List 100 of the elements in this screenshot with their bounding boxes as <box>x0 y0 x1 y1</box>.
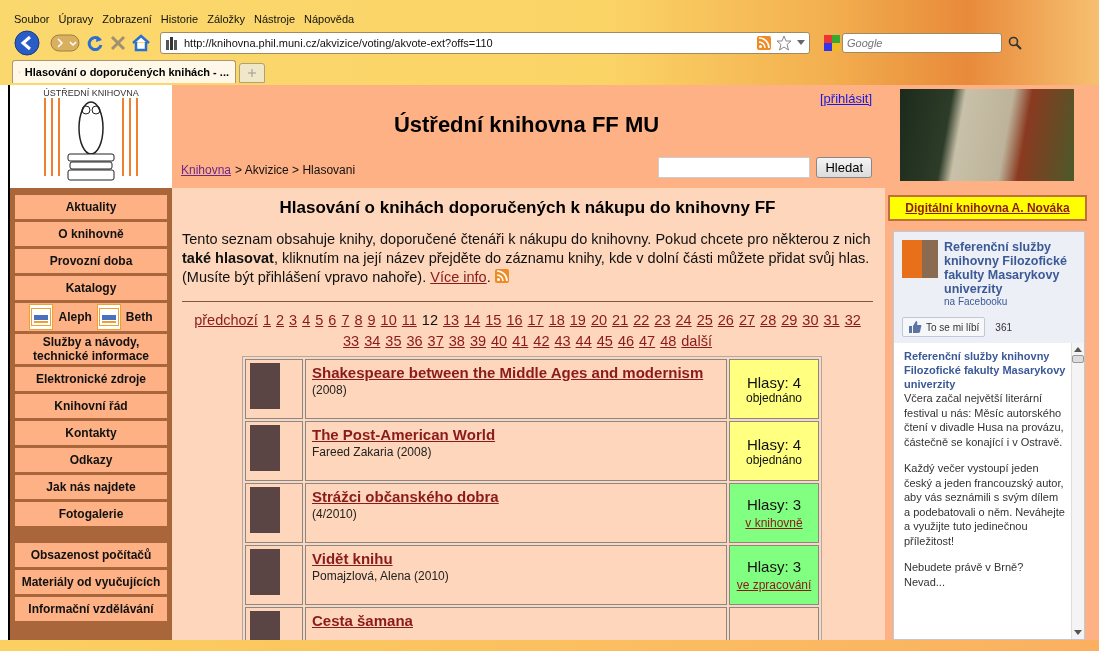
breadcrumb-link[interactable]: Knihovna <box>181 163 232 177</box>
sidebar-item[interactable]: Katalogy <box>15 276 167 300</box>
book-title-link[interactable]: Strážci občanského dobra <box>312 488 720 505</box>
sidebar-item[interactable]: Služby a návody, technické informace <box>15 334 167 364</box>
sidebar-item[interactable]: Aktuality <box>15 195 167 219</box>
page-link[interactable]: 41 <box>512 331 529 352</box>
browser-tab[interactable]: Hlasování o doporučených knihách - ... <box>12 60 236 83</box>
page-link[interactable]: 47 <box>639 331 656 352</box>
web-search-field[interactable]: Google <box>842 33 1002 53</box>
page-link[interactable]: 18 <box>548 310 565 331</box>
sidebar-item[interactable]: Materiály od vyučujících <box>15 570 167 594</box>
page-link[interactable]: 4 <box>302 310 311 331</box>
sidebar-item[interactable]: Fotogalerie <box>15 502 167 526</box>
forward-icon[interactable] <box>50 33 80 53</box>
facebook-page-link[interactable]: Referenční služby knihovny Filozofické fakulty Masarykovy univerzity <box>944 240 1078 296</box>
star-icon[interactable] <box>776 35 792 51</box>
page-link[interactable]: 19 <box>569 310 586 331</box>
book-title-link[interactable]: Shakespeare between the Middle Ages and modernism <box>312 364 720 381</box>
page-link[interactable]: 6 <box>328 310 337 331</box>
page-link[interactable]: 21 <box>612 310 629 331</box>
page-link[interactable]: 28 <box>760 310 777 331</box>
page-link[interactable]: 22 <box>633 310 650 331</box>
page-link[interactable]: 34 <box>364 331 381 352</box>
menu-item[interactable]: Soubor <box>14 13 50 25</box>
home-icon[interactable] <box>132 34 150 52</box>
login-link[interactable]: [přihlásit] <box>819 91 872 106</box>
menu-item[interactable]: Nápověda <box>304 13 355 25</box>
search-icon[interactable] <box>1008 36 1022 50</box>
page-link[interactable]: 15 <box>485 310 502 331</box>
page-link[interactable]: 23 <box>654 310 671 331</box>
like-button[interactable]: To se mi líbí <box>902 317 986 337</box>
menu-item[interactable]: Úpravy <box>58 13 94 25</box>
status-link[interactable]: ve zpracování <box>736 577 812 592</box>
search-engine-icon[interactable] <box>824 35 840 51</box>
digital-library-link[interactable]: Digitální knihovna A. Nováka <box>888 195 1087 221</box>
page-link[interactable]: 9 <box>367 310 376 331</box>
page-link[interactable]: 2 <box>276 310 285 331</box>
stop-icon[interactable] <box>110 35 126 51</box>
menu-item[interactable]: Zobrazení <box>102 13 152 25</box>
page-link[interactable]: 13 <box>442 310 460 331</box>
rss-icon[interactable] <box>494 269 509 283</box>
page-link[interactable]: 7 <box>341 310 350 331</box>
more-info-link[interactable]: Více info <box>430 269 487 285</box>
page-link[interactable]: 45 <box>596 331 613 352</box>
new-tab-button[interactable] <box>239 63 265 83</box>
sidebar-item[interactable]: Informační vzdělávání <box>15 597 167 621</box>
page-link[interactable]: 5 <box>315 310 324 331</box>
sidebar-item[interactable]: Elektronické zdroje <box>15 367 167 391</box>
page-link[interactable]: 31 <box>823 310 840 331</box>
page-link[interactable]: 8 <box>354 310 363 331</box>
page-link[interactable]: 37 <box>427 331 444 352</box>
page-link[interactable]: 29 <box>781 310 798 331</box>
catalog-link[interactable]: Beth <box>125 310 153 324</box>
dropdown-arrow-icon[interactable] <box>797 40 805 46</box>
page-link[interactable]: 26 <box>717 310 734 331</box>
page-link[interactable]: 1 <box>262 310 271 331</box>
page-link[interactable]: 33 <box>343 331 360 352</box>
page-link[interactable]: 42 <box>533 331 550 352</box>
page-link[interactable]: 10 <box>380 310 397 331</box>
page-link[interactable]: 20 <box>590 310 608 331</box>
page-link[interactable]: 43 <box>554 331 571 352</box>
sidebar-item[interactable]: O knihovně <box>15 222 167 246</box>
page-link[interactable]: 39 <box>469 331 487 352</box>
rss-icon[interactable] <box>757 36 771 50</box>
address-bar[interactable]: http://knihovna.phil.muni.cz/akvizice/voting/akvote-ext?offs=110 <box>160 32 810 54</box>
page-link[interactable]: 30 <box>802 310 819 331</box>
menu-item[interactable]: Záložky <box>207 13 246 25</box>
search-field[interactable] <box>658 157 811 178</box>
book-title-link[interactable]: Vidět knihu <box>312 550 720 567</box>
sidebar-item[interactable]: Jak nás najdete <box>15 475 167 499</box>
page-link[interactable]: 32 <box>844 310 861 331</box>
page-link[interactable]: 17 <box>527 310 544 331</box>
sidebar-item[interactable]: Aleph Beth <box>15 303 167 331</box>
page-link[interactable]: 38 <box>448 331 465 352</box>
scroll-thumb[interactable] <box>1072 355 1084 363</box>
post-author-link[interactable]: Referenční služby knihovny Filozofické fakulty Masarykovy univerzity <box>904 349 1067 391</box>
reload-icon[interactable] <box>86 34 104 52</box>
catalog-link[interactable]: Aleph <box>58 310 92 324</box>
page-link[interactable]: 36 <box>406 331 423 352</box>
page-link[interactable]: 44 <box>575 331 592 352</box>
page-link[interactable]: 35 <box>385 331 402 352</box>
page-link[interactable]: 16 <box>506 310 523 331</box>
sidebar-item[interactable]: Provozní doba <box>15 249 167 273</box>
search-button[interactable]: Hledat <box>816 157 872 178</box>
menu-item[interactable]: Historie <box>160 13 199 25</box>
previous-page-link[interactable]: předchozí <box>194 310 258 331</box>
status-link[interactable]: v knihovně <box>745 515 803 530</box>
page-link[interactable]: 24 <box>675 310 692 331</box>
scroll-up-icon[interactable] <box>1074 346 1082 352</box>
sidebar-item[interactable]: Knihovní řád <box>15 394 167 418</box>
page-link[interactable]: 11 <box>401 310 417 331</box>
page-link[interactable]: 14 <box>464 310 481 331</box>
page-link[interactable]: 27 <box>738 310 756 331</box>
menu-item[interactable]: Nástroje <box>254 13 296 25</box>
next-page-link[interactable]: další <box>681 331 712 352</box>
book-title-link[interactable]: The Post-American World <box>312 426 720 443</box>
page-link[interactable]: 48 <box>660 331 677 352</box>
sidebar-item[interactable]: Obsazenost počítačů <box>15 543 167 567</box>
scroll-down-icon[interactable] <box>1074 630 1082 636</box>
sidebar-item[interactable]: Odkazy <box>15 448 167 472</box>
